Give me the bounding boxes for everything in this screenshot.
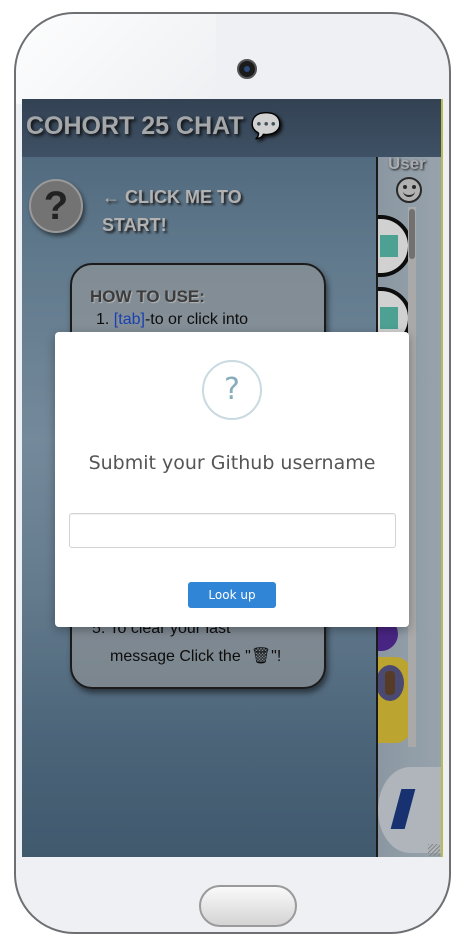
look-up-button[interactable]: Look up bbox=[188, 582, 276, 608]
resize-grip[interactable] bbox=[428, 844, 440, 856]
github-username-dialog: ? Submit your Github username Look up bbox=[55, 332, 409, 627]
question-icon: ? bbox=[202, 360, 262, 420]
dialog-title: Submit your Github username bbox=[88, 452, 376, 474]
phone-shine bbox=[16, 14, 216, 104]
camera-icon bbox=[237, 59, 257, 79]
github-username-input[interactable] bbox=[69, 513, 396, 548]
home-button[interactable] bbox=[199, 885, 297, 927]
